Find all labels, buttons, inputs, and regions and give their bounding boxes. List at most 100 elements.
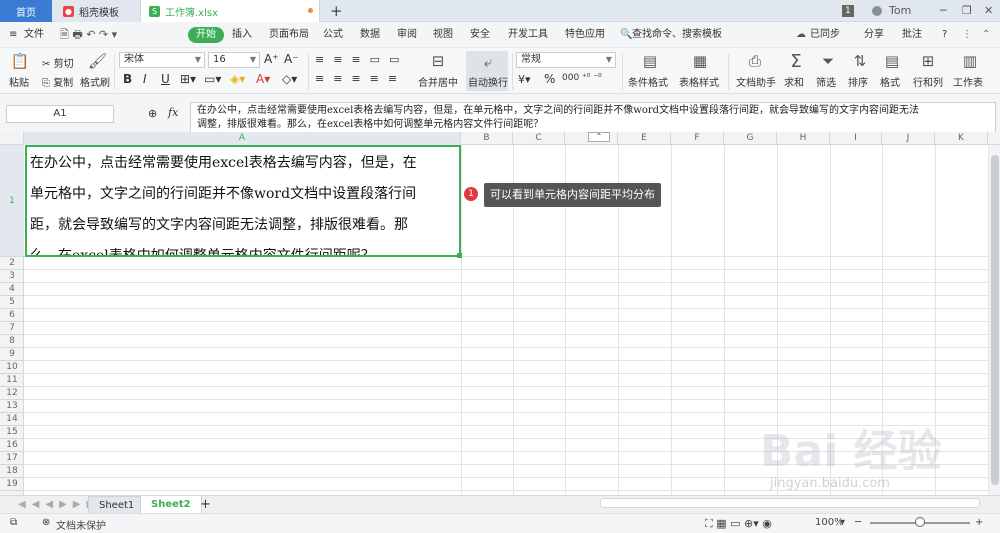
paste-button[interactable]: 粘贴 xyxy=(9,74,29,89)
column-header-c[interactable]: C xyxy=(513,132,565,145)
cell-a1[interactable]: 在办公中，点击经常需要使用excel表格去编写内容，但是，在 单元格中，文字之间… xyxy=(25,145,461,257)
menu-start[interactable]: 开始 xyxy=(188,27,224,43)
worksheet-button[interactable]: 工作表 xyxy=(953,74,983,89)
sum-button[interactable]: 求和 xyxy=(784,74,804,89)
sort-button[interactable]: 排序 xyxy=(848,74,868,89)
worksheet-icon[interactable]: ▥ xyxy=(960,52,980,70)
currency-icon[interactable]: ¥▾ xyxy=(518,73,531,86)
number-format-select[interactable]: 常规 ▼ xyxy=(516,52,616,68)
window-count-badge[interactable]: 1 xyxy=(842,5,854,17)
format-painter-icon[interactable]: 🖌 xyxy=(88,52,107,70)
share-button[interactable]: 分享 xyxy=(864,27,884,43)
row-header-1[interactable]: 1 xyxy=(0,145,24,257)
menu-security[interactable]: 安全 xyxy=(470,27,490,43)
name-box[interactable]: A1 xyxy=(6,105,114,123)
sort-icon[interactable]: ⇅ xyxy=(850,52,870,70)
horizontal-scrollbar[interactable] xyxy=(600,498,980,508)
row-header-2[interactable]: 2 xyxy=(0,257,24,270)
menu-file[interactable]: 文件 xyxy=(24,27,44,43)
command-search[interactable]: 查找命令、搜索模板 xyxy=(632,27,722,43)
column-header-g[interactable]: G xyxy=(724,132,777,145)
help-button[interactable]: ? xyxy=(942,27,947,43)
sheet-tab-sheet1[interactable]: Sheet1 xyxy=(88,496,146,514)
sum-icon[interactable]: Σ xyxy=(786,51,806,72)
table-style-icon[interactable]: ▦ xyxy=(690,52,710,70)
font-size-select[interactable]: 16 ▼ xyxy=(208,52,260,68)
row-header-10[interactable]: 10 xyxy=(0,361,24,374)
row-header-5[interactable]: 5 xyxy=(0,296,24,309)
view-mode-icons[interactable]: ⛶ ▦ ▭ ⊕▾ ◉ xyxy=(705,517,772,531)
align-top-icons[interactable]: ≡≡≡▭▭ xyxy=(315,53,408,66)
row-header-16[interactable]: 16 xyxy=(0,439,24,452)
doc-assistant-button[interactable]: 文档助手 xyxy=(736,74,776,89)
search-icon[interactable]: 🔍 xyxy=(620,27,632,43)
row-header-18[interactable]: 18 xyxy=(0,465,24,478)
merge-center-button[interactable]: 合并居中 xyxy=(418,74,458,89)
format-button[interactable]: 格式 xyxy=(880,74,900,89)
fx-button[interactable]: fx xyxy=(168,106,178,119)
sync-status[interactable]: 已同步 xyxy=(810,27,840,43)
column-header-b[interactable]: B xyxy=(461,132,513,145)
scroll-thumb[interactable] xyxy=(991,155,999,485)
row-header-14[interactable]: 14 xyxy=(0,413,24,426)
table-style-button[interactable]: 表格样式 xyxy=(679,74,719,89)
wrap-text-button[interactable]: 自动换行 xyxy=(468,74,508,89)
close-icon[interactable]: ✕ xyxy=(984,0,993,22)
row-header-15[interactable]: 15 xyxy=(0,426,24,439)
fill-handle[interactable] xyxy=(457,253,462,258)
merge-icon[interactable]: ⊟ xyxy=(428,52,448,70)
cell-style-icon[interactable]: ▭▾ xyxy=(204,72,221,86)
row-header-11[interactable]: 11 xyxy=(0,374,24,387)
row-header-6[interactable]: 6 xyxy=(0,309,24,322)
paste-icon[interactable]: 📋 xyxy=(10,52,30,70)
row-header-19[interactable]: 19 xyxy=(0,478,24,491)
thousands-icon[interactable]: 000 ⁺⁰ ⁻⁰ xyxy=(562,73,602,83)
tab-home[interactable]: 首页 xyxy=(0,0,52,22)
menu-special[interactable]: 特色应用 xyxy=(565,27,605,43)
border-icon[interactable]: ⊞▾ xyxy=(180,72,196,86)
restore-icon[interactable]: ❐ xyxy=(962,0,972,22)
row-header-4[interactable]: 4 xyxy=(0,283,24,296)
filter-icon[interactable]: ⏷ xyxy=(818,52,838,70)
menu-review[interactable]: 审阅 xyxy=(397,27,417,43)
filter-button[interactable]: 筛选 xyxy=(816,74,836,89)
conditional-format-icon[interactable]: ▤ xyxy=(640,52,660,70)
comment-button[interactable]: 批注 xyxy=(902,27,922,43)
underline-button[interactable]: U xyxy=(161,72,170,86)
user-name[interactable]: Tom xyxy=(889,0,911,22)
column-header-f[interactable]: F xyxy=(671,132,724,145)
row-header-13[interactable]: 13 xyxy=(0,400,24,413)
quick-access-icons[interactable]: 🗎 🖶 ↶ ↷ ▾ xyxy=(60,27,117,43)
format-painter-button[interactable]: 格式刷 xyxy=(80,74,110,89)
font-color-icon[interactable]: A▾ xyxy=(256,72,270,86)
copy-button[interactable]: ⎘ 复制 xyxy=(42,74,73,89)
fill-color-icon[interactable]: ◈▾ xyxy=(230,72,245,86)
increase-font-icon[interactable]: A⁺ xyxy=(264,52,279,66)
add-sheet-icon[interactable]: + xyxy=(190,496,221,514)
minimize-icon[interactable]: ─ xyxy=(940,0,947,22)
collapse-ribbon-icon[interactable]: ⌃ xyxy=(982,27,990,43)
column-header-a[interactable]: A xyxy=(24,132,461,145)
column-header-e[interactable]: E xyxy=(618,132,671,145)
zoom-formula-icon[interactable]: ⊕ xyxy=(148,107,157,120)
menu-page-layout[interactable]: 页面布局 xyxy=(269,27,309,43)
column-header-j[interactable]: J xyxy=(882,132,935,145)
row-header-8[interactable]: 8 xyxy=(0,335,24,348)
row-col-button[interactable]: 行和列 xyxy=(913,74,943,89)
column-header-k[interactable]: K xyxy=(935,132,988,145)
menu-formula[interactable]: 公式 xyxy=(323,27,343,43)
zoom-in-icon[interactable]: + xyxy=(975,517,983,528)
row-header-9[interactable]: 9 xyxy=(0,348,24,361)
font-name-select[interactable]: 宋体 ▼ xyxy=(119,52,205,68)
avatar[interactable] xyxy=(872,6,882,16)
tab-docer-templates[interactable]: ● 稻壳模板 xyxy=(55,0,140,22)
italic-button[interactable]: I xyxy=(143,72,147,86)
menu-data[interactable]: 数据 xyxy=(360,27,380,43)
row-col-icon[interactable]: ⊞ xyxy=(918,52,938,70)
vertical-scrollbar[interactable] xyxy=(988,145,1000,495)
formula-input[interactable]: 在办公中，点击经常需要使用excel表格去编写内容，但是，在单元格中，文字之间的… xyxy=(190,102,996,134)
hamburger-icon[interactable]: ≡ xyxy=(9,27,17,43)
format-icon[interactable]: ▤ xyxy=(882,52,902,70)
column-header-h[interactable]: H xyxy=(777,132,830,145)
cut-button[interactable]: ✂ 剪切 xyxy=(42,55,74,70)
